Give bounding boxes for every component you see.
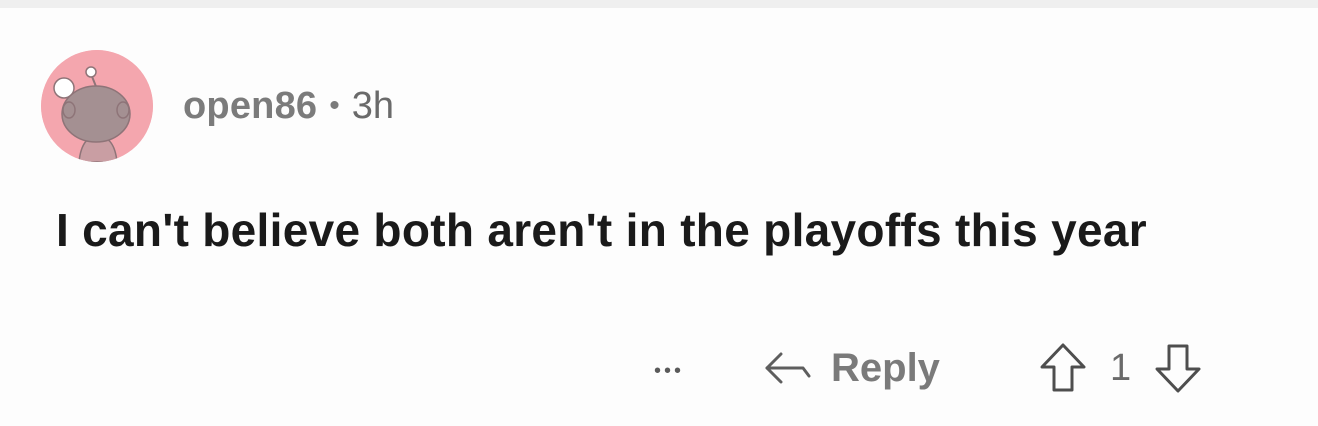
comment-meta: open86 • 3h: [183, 84, 394, 128]
more-options-button[interactable]: •••: [654, 360, 684, 383]
downvote-arrow-icon[interactable]: [1153, 342, 1203, 394]
reply-label: Reply: [831, 345, 940, 390]
snoo-avatar-icon: [41, 50, 153, 162]
reply-arrow-icon: [763, 350, 813, 386]
vote-controls: 1: [1038, 342, 1203, 394]
meta-separator: •: [329, 89, 340, 122]
upvote-arrow-icon[interactable]: [1038, 342, 1088, 394]
username[interactable]: open86: [183, 85, 317, 128]
comment-text: I can't believe both aren't in the playo…: [56, 204, 1147, 256]
comment-actions: ••• Reply 1: [0, 338, 1318, 398]
top-divider: [0, 0, 1318, 8]
reply-button[interactable]: Reply: [763, 342, 940, 394]
vote-count: 1: [1110, 346, 1132, 389]
timestamp: 3h: [351, 84, 395, 127]
comment: open86 • 3h I can't believe both aren't …: [0, 8, 1318, 426]
avatar[interactable]: [41, 50, 153, 162]
page: open86 • 3h I can't believe both aren't …: [0, 0, 1318, 426]
